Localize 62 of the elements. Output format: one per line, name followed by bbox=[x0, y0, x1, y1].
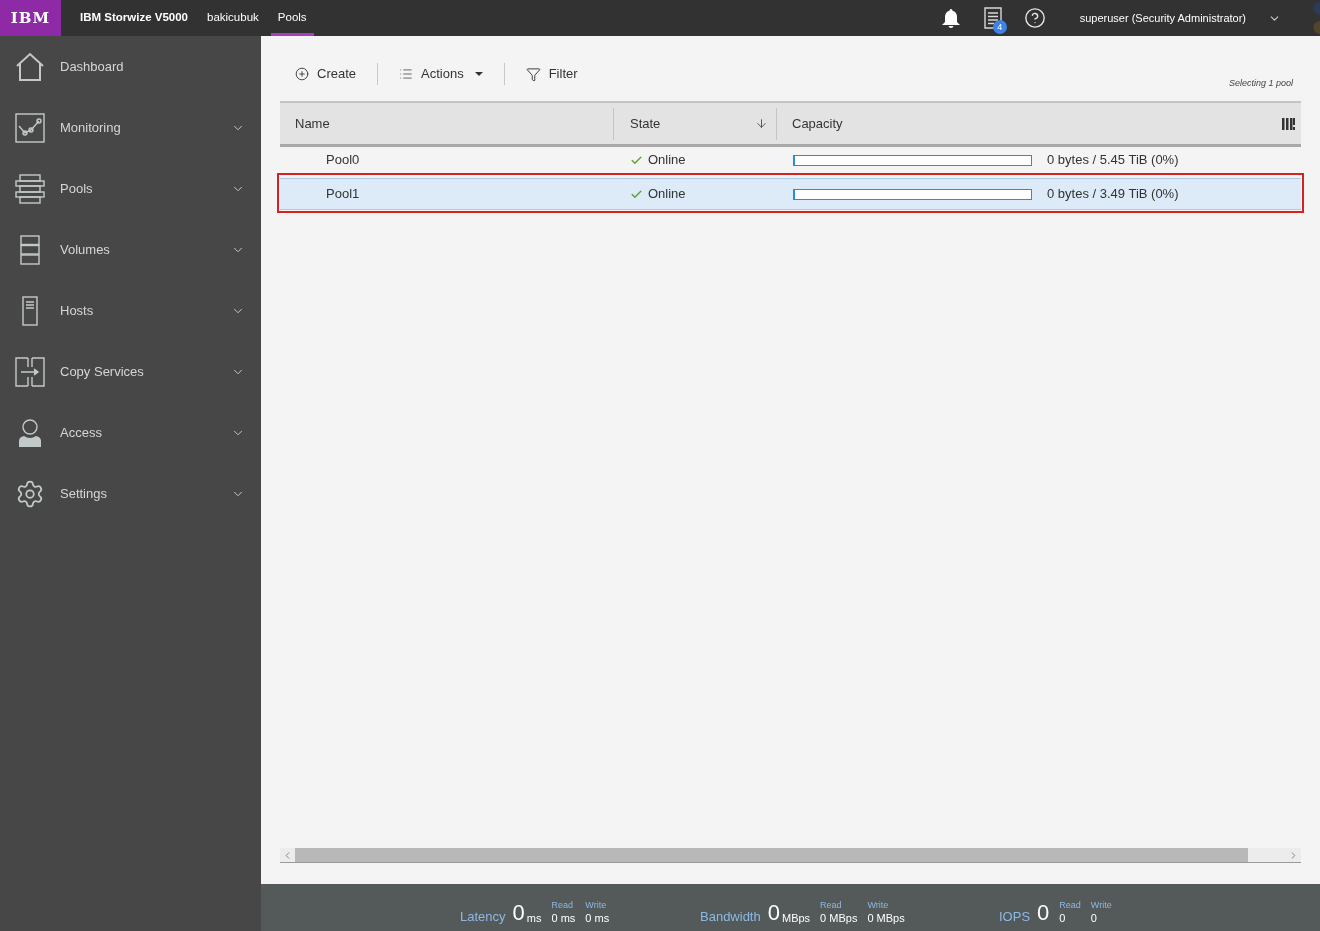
column-header[interactable]: Capacity bbox=[777, 107, 1282, 140]
column-header[interactable]: Name bbox=[280, 107, 614, 140]
metric-sub-value: 0 bbox=[1059, 911, 1067, 925]
metric-label: Latency bbox=[460, 909, 506, 925]
metric-sub-label: Write bbox=[867, 900, 890, 911]
plus-circle-icon bbox=[295, 67, 309, 81]
capacity-text: 0 bytes / 3.49 TiB (0%) bbox=[1047, 185, 1179, 204]
status-label: Online bbox=[648, 185, 686, 204]
sort-arrow-icon bbox=[755, 117, 768, 130]
user-menu[interactable]: superuser (Security Administrator) bbox=[1079, 9, 1246, 27]
bell-icon[interactable] bbox=[941, 8, 960, 28]
column-settings-icon[interactable] bbox=[1282, 117, 1295, 130]
metric-sub-label: Write bbox=[585, 900, 608, 911]
funnel-icon bbox=[525, 66, 541, 82]
sidebar-item[interactable]: Monitoring bbox=[0, 97, 261, 158]
sidebar-item[interactable]: Copy Services bbox=[0, 341, 261, 402]
home-icon bbox=[15, 51, 45, 82]
sidebar-item[interactable]: Settings bbox=[0, 463, 261, 524]
sidebar-item[interactable]: Pools bbox=[0, 158, 261, 219]
metric-value: 0 bbox=[767, 901, 780, 925]
logo-tile: IBM bbox=[0, 0, 61, 36]
copy-arrow-icon bbox=[15, 356, 45, 387]
metric-sub-value: 0 MBps bbox=[867, 911, 905, 925]
report-icon[interactable] bbox=[983, 7, 1002, 29]
metric-sub-label: Read bbox=[551, 900, 574, 911]
help-icon[interactable] bbox=[1023, 7, 1046, 29]
column-header[interactable]: State bbox=[614, 107, 777, 140]
product-name: IBM Storwize V5000 bbox=[80, 10, 188, 26]
metric-sub-value: 0 ms bbox=[551, 911, 576, 925]
toolbar-button[interactable]: Actions bbox=[399, 62, 483, 86]
metric-label: Bandwidth bbox=[700, 909, 761, 925]
metric-unit: ms bbox=[526, 911, 542, 925]
metric-sub-value: 0 bbox=[1090, 911, 1098, 925]
stacked-layers-icon bbox=[15, 173, 45, 204]
toolbar-button[interactable]: Filter bbox=[525, 62, 578, 86]
metric-sub-label: Read bbox=[820, 900, 843, 911]
pool-name: Pool0 bbox=[326, 152, 360, 168]
notification-badge: 4 bbox=[992, 20, 1007, 34]
metric-value: 0 bbox=[512, 901, 525, 925]
list-icon bbox=[399, 67, 414, 81]
sidebar-item[interactable]: Access bbox=[0, 402, 261, 463]
line-chart-icon bbox=[15, 112, 45, 143]
selection-note: Selecting 1 pool bbox=[1228, 76, 1293, 90]
gear-icon bbox=[15, 478, 45, 509]
sidebar-item[interactable]: Dashboard bbox=[0, 36, 261, 97]
table-row[interactable]: Pool0 Online 0 bytes / 5.45 TiB (0%) bbox=[280, 147, 1301, 173]
metric-label: IOPS bbox=[999, 909, 1031, 925]
breadcrumb-tab[interactable]: bakicubuk bbox=[200, 0, 266, 36]
metric-unit: MBps bbox=[781, 911, 811, 925]
caret-icon bbox=[474, 72, 483, 76]
capacity-text: 0 bytes / 5.45 TiB (0%) bbox=[1047, 151, 1179, 170]
status-label: Online bbox=[648, 151, 686, 170]
toolbar-button[interactable]: Create bbox=[295, 62, 357, 86]
metric-sub-value: 0 MBps bbox=[820, 911, 858, 925]
sidebar-item[interactable]: Volumes bbox=[0, 219, 261, 280]
table-row[interactable]: Pool1 Online 0 bytes / 3.49 TiB (0%) bbox=[280, 178, 1301, 210]
metric-sub-label: Read bbox=[1059, 900, 1081, 911]
pool-name: Pool1 bbox=[326, 186, 360, 202]
metric-value: 0 bbox=[1037, 901, 1050, 925]
metric-sub-label: Write bbox=[1090, 900, 1112, 911]
sidebar-item[interactable]: Hosts bbox=[0, 280, 261, 341]
metric-sub-value: 0 ms bbox=[585, 911, 610, 925]
